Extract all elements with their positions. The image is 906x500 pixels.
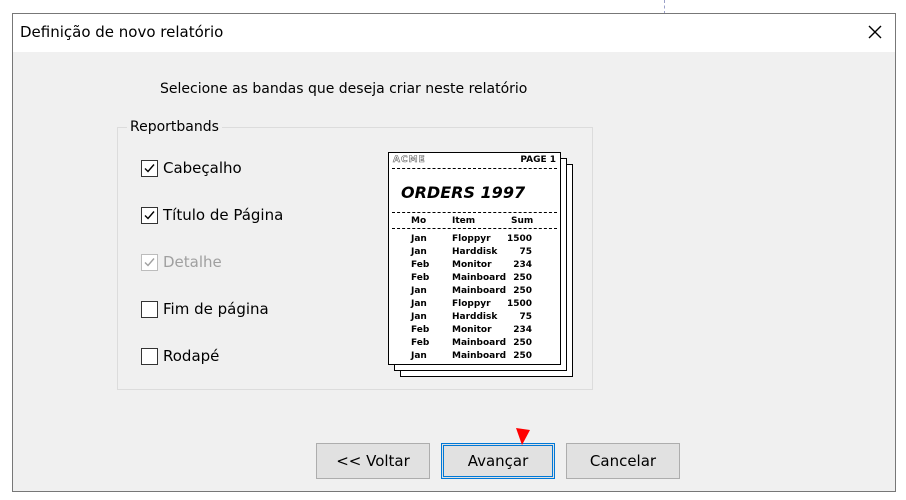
preview-cell: Mainboard bbox=[452, 286, 507, 296]
checkbox-titulo-de-pagina[interactable]: Título de Página bbox=[141, 205, 283, 225]
reportbands-group: Reportbands Cabeçalho Título de Página D… bbox=[117, 119, 593, 390]
checkbox-label: Fim de página bbox=[163, 300, 269, 318]
preview-cell: Mainboard bbox=[452, 351, 507, 361]
preview-rows: Jan Floppyr 1500 Jan Harddisk 75 Feb Monitor 234… bbox=[389, 234, 560, 364]
close-button[interactable] bbox=[857, 16, 893, 48]
preview-title: ORDERS 1997 bbox=[401, 183, 526, 202]
preview-cell: 1500 bbox=[506, 234, 532, 244]
preview-cell: Feb bbox=[411, 325, 430, 335]
preview-cell: Harddisk bbox=[452, 247, 498, 257]
preview-row: Jan Floppyr 1500 bbox=[389, 299, 560, 312]
checkbox-label: Título de Página bbox=[163, 206, 284, 224]
preview-divider bbox=[392, 228, 557, 229]
preview-cell: Jan bbox=[411, 234, 427, 244]
cancel-button[interactable]: Cancelar bbox=[566, 443, 680, 479]
focus-ring bbox=[443, 445, 553, 477]
preview-cell: 234 bbox=[513, 325, 532, 335]
preview-divider bbox=[392, 168, 557, 169]
preview-page-number: PAGE 1 bbox=[520, 155, 556, 165]
preview-cell: Monitor bbox=[452, 325, 492, 335]
preview-cell: Feb bbox=[411, 273, 430, 283]
preview-cell: 250 bbox=[513, 351, 532, 361]
preview-row: Feb Monitor 234 bbox=[389, 325, 560, 338]
preview-row: Jan Harddisk 75 bbox=[389, 247, 560, 260]
preview-cell: Mainboard bbox=[452, 338, 507, 348]
checkbox-label: Cabeçalho bbox=[163, 159, 242, 177]
checkbox-label: Detalhe bbox=[163, 253, 222, 271]
preview-cell: Jan bbox=[411, 312, 427, 322]
preview-row: Jan Mainboard 250 bbox=[389, 286, 560, 299]
next-button[interactable]: Avançar bbox=[441, 443, 555, 479]
preview-col-header: Mo bbox=[411, 216, 427, 226]
instruction-text: Selecione as bandas que deseja criar nes… bbox=[160, 81, 528, 97]
checkbox-cabecalho[interactable]: Cabeçalho bbox=[141, 158, 242, 178]
report-preview-image: ACME PAGE 1 ORDERS 1997 Mo Item Sum Jan F… bbox=[388, 152, 576, 386]
preview-cell: 1500 bbox=[506, 299, 532, 309]
window-title: Definição de novo relatório bbox=[20, 23, 224, 41]
preview-cell: Mainboard bbox=[452, 273, 507, 283]
checkbox-fim-de-pagina[interactable]: Fim de página bbox=[141, 299, 269, 319]
checkmark-icon bbox=[144, 163, 155, 173]
guide-line bbox=[664, 0, 665, 14]
preview-cell: Jan bbox=[411, 286, 427, 296]
preview-cell: Jan bbox=[411, 351, 427, 361]
preview-cell: 75 bbox=[519, 312, 532, 322]
preview-col-header: Sum bbox=[511, 216, 534, 226]
preview-col-header: Item bbox=[452, 216, 476, 226]
preview-cell: Feb bbox=[411, 260, 430, 270]
preview-cell: Harddisk bbox=[452, 312, 498, 322]
preview-cell: Jan bbox=[411, 247, 427, 257]
back-button[interactable]: << Voltar bbox=[316, 443, 430, 479]
preview-row: Jan Harddisk 75 bbox=[389, 312, 560, 325]
close-icon bbox=[868, 25, 882, 39]
preview-cell: 234 bbox=[513, 260, 532, 270]
preview-cell: Jan bbox=[411, 299, 427, 309]
title-bar: Definição de novo relatório bbox=[13, 14, 895, 52]
checkbox-detalhe: Detalhe bbox=[141, 252, 222, 272]
preview-cell: Feb bbox=[411, 338, 430, 348]
preview-cell: Monitor bbox=[452, 260, 492, 270]
checkbox-box[interactable] bbox=[141, 206, 158, 224]
checkbox-box bbox=[141, 253, 158, 271]
checkbox-rodape[interactable]: Rodapé bbox=[141, 346, 219, 366]
preview-cell: 75 bbox=[519, 247, 532, 257]
group-legend: Reportbands bbox=[127, 119, 222, 135]
report-definition-dialog: Definição de novo relatório Selecione as… bbox=[12, 13, 896, 492]
preview-row: Jan Mainboard 250 bbox=[389, 351, 560, 364]
preview-page-front: ACME PAGE 1 ORDERS 1997 Mo Item Sum Jan F… bbox=[388, 152, 561, 365]
preview-header: ACME PAGE 1 bbox=[392, 155, 557, 166]
checkbox-box[interactable] bbox=[141, 300, 158, 318]
preview-row: Feb Monitor 234 bbox=[389, 260, 560, 273]
checkmark-icon bbox=[144, 257, 155, 267]
checkbox-box[interactable] bbox=[141, 159, 158, 177]
checkmark-icon bbox=[144, 210, 155, 220]
preview-company: ACME bbox=[393, 155, 426, 166]
preview-divider bbox=[392, 212, 557, 213]
checkbox-label: Rodapé bbox=[163, 347, 220, 365]
preview-cell: Floppyr bbox=[452, 299, 491, 309]
checkbox-box[interactable] bbox=[141, 347, 158, 365]
preview-cell: 250 bbox=[513, 338, 532, 348]
mouse-cursor-icon bbox=[516, 428, 530, 445]
preview-row: Feb Mainboard 250 bbox=[389, 273, 560, 286]
preview-cell: 250 bbox=[513, 286, 532, 296]
preview-row: Feb Mainboard 250 bbox=[389, 338, 560, 351]
preview-cell: 250 bbox=[513, 273, 532, 283]
preview-cell: Floppyr bbox=[452, 234, 491, 244]
preview-row: Jan Floppyr 1500 bbox=[389, 234, 560, 247]
